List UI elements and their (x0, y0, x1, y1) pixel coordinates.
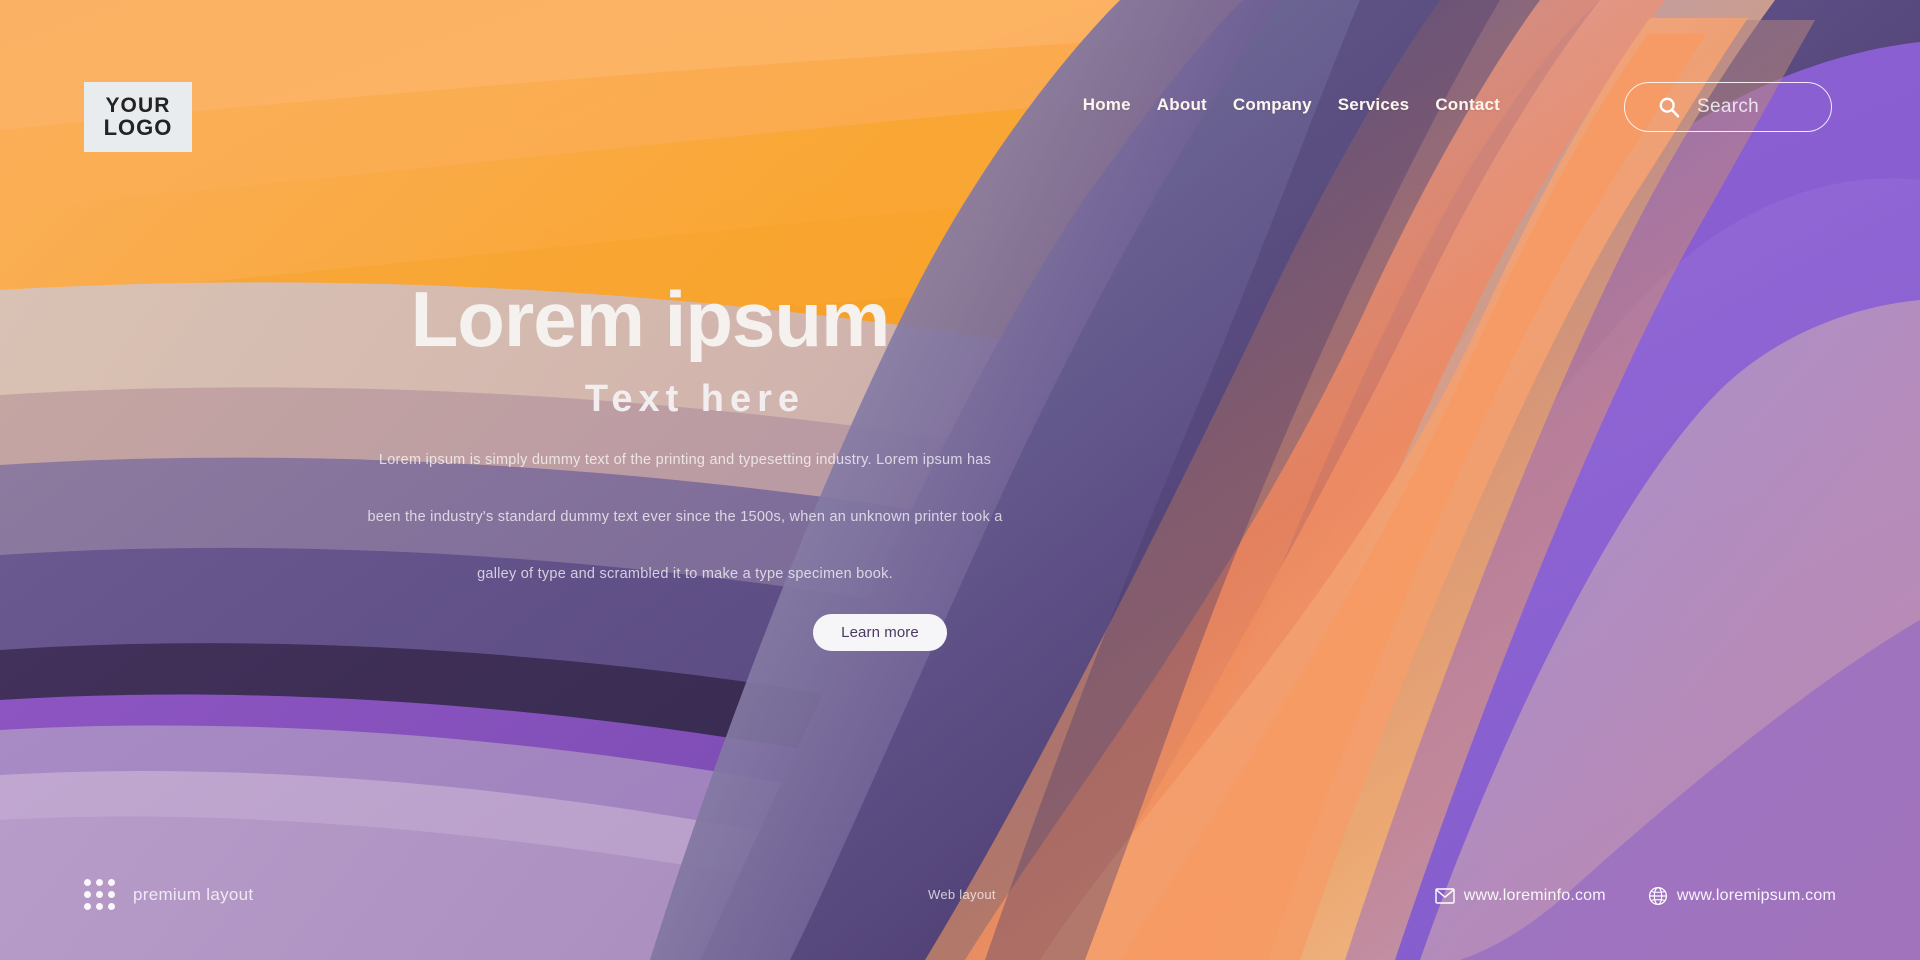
web-layout-label: Web layout (928, 887, 996, 902)
dot-grid-icon (84, 879, 115, 910)
hero-paragraph-line-2: been the industry's standard dummy text … (367, 509, 1003, 525)
search-icon (1659, 97, 1680, 118)
contact-email[interactable]: www.loreminfo.com (1435, 887, 1606, 905)
nav-item-about[interactable]: About (1157, 95, 1207, 115)
nav-item-home[interactable]: Home (1083, 95, 1131, 115)
hero-paragraph-line-3: galley of type and scrambled it to make … (477, 566, 893, 582)
logo-line-2: LOGO (103, 115, 173, 140)
nav-item-company[interactable]: Company (1233, 95, 1312, 115)
search-box[interactable]: Search (1624, 82, 1832, 132)
logo[interactable]: YOUR LOGO (84, 82, 192, 152)
contact-links: www.loreminfo.com www.loremipsum.com (1435, 886, 1836, 906)
contact-website-label: www.loremipsum.com (1676, 887, 1836, 904)
site-footer: premium layout Web layout www.loreminfo.… (0, 840, 1920, 960)
hero-title: Lorem ipsum (410, 275, 891, 363)
nav-item-contact[interactable]: Contact (1435, 95, 1500, 115)
site-header: YOUR LOGO Home About Company Services Co… (0, 0, 1920, 190)
envelope-icon (1435, 888, 1455, 904)
premium-layout-label: premium layout (133, 884, 254, 904)
search-input[interactable]: Search (1697, 96, 1759, 118)
hero-paragraph-line-1: Lorem ipsum is simply dummy text of the … (378, 452, 992, 468)
main-navigation: Home About Company Services Contact (1083, 95, 1500, 115)
premium-layout-badge: premium layout (84, 879, 253, 910)
learn-more-button[interactable]: Learn more (813, 614, 947, 651)
landing-page: YOUR LOGO Home About Company Services Co… (0, 0, 1920, 960)
contact-email-label: www.loreminfo.com (1463, 887, 1606, 904)
contact-website[interactable]: www.loremipsum.com (1648, 886, 1836, 906)
nav-item-services[interactable]: Services (1338, 95, 1410, 115)
logo-line-1: YOUR (105, 94, 171, 117)
globe-icon (1648, 886, 1667, 906)
hero-subtitle: Text here (584, 378, 806, 420)
